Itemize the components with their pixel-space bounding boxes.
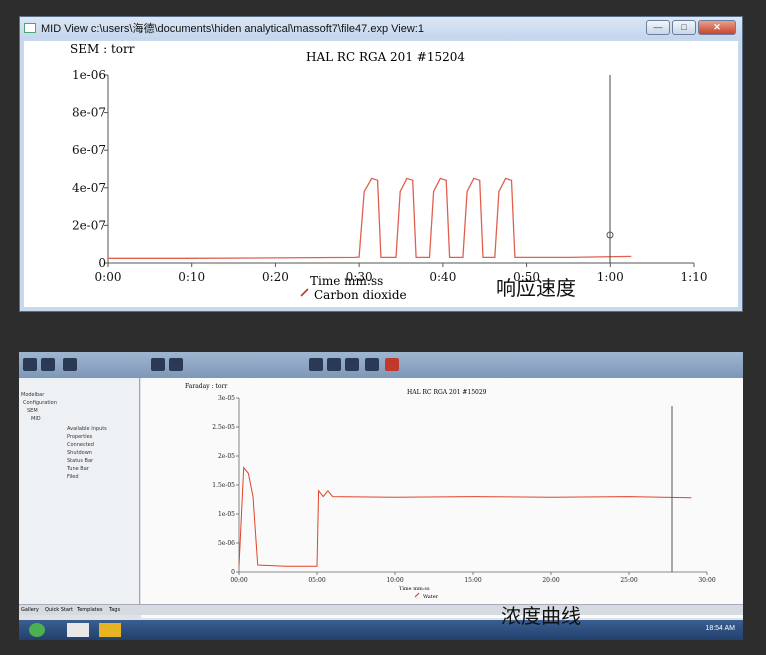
chart-title-2: HAL RC RGA 201 #15029 (407, 389, 487, 396)
x-tick-label: 0:40 (429, 270, 456, 284)
status-tab[interactable]: Templates (77, 607, 102, 613)
lock-icon[interactable] (151, 358, 165, 371)
x-tick-label-2: 20:00 (542, 577, 559, 584)
y-tick-label-2: 2.5e-05 (212, 424, 235, 431)
status-tab[interactable]: Quick Start (45, 607, 73, 613)
grid-icon[interactable] (169, 358, 183, 371)
plot-area: SEM : torr HAL RC RGA 201 #15204 1e-06 8e… (24, 41, 738, 307)
x-tick-label-2: 25:00 (620, 577, 637, 584)
stop-icon[interactable] (327, 358, 341, 371)
x-tick-label-2: 15:00 (464, 577, 481, 584)
status-tab[interactable]: Tags (109, 607, 120, 613)
start-button-icon[interactable] (29, 623, 45, 637)
legend-swatch-2 (414, 592, 420, 598)
y-tick-label: 8e-07 (72, 106, 106, 120)
minimize-button[interactable]: — (646, 20, 670, 35)
maximize-button[interactable]: □ (672, 20, 696, 35)
print-icon[interactable] (63, 358, 77, 371)
x-axis-label-2: Time mm:ss (399, 586, 430, 592)
app-toolbar (19, 352, 743, 378)
x-tick-label: 0:00 (95, 270, 122, 284)
record-icon[interactable] (365, 358, 379, 371)
caption-response-speed: 响应速度 (496, 276, 576, 300)
tree-item[interactable]: Connected (67, 442, 94, 448)
tree-item[interactable]: Configuration (23, 400, 57, 406)
status-tab[interactable]: Gallery (21, 607, 39, 613)
mid-view-window: MID View c:\users\海德\documents\hiden ana… (19, 16, 743, 312)
open-icon[interactable] (23, 358, 37, 371)
window-title: MID View c:\users\海德\documents\hiden ana… (41, 23, 424, 35)
tree-item[interactable]: Shutdown (67, 450, 92, 456)
y-tick-label: 6e-07 (72, 143, 106, 157)
save-icon[interactable] (41, 358, 55, 371)
y-tick-label: 2e-07 (72, 218, 106, 232)
y-tick-label-2: 5e-06 (218, 540, 235, 547)
tree-item[interactable]: Properties (67, 434, 92, 440)
water-plot-area: Faraday : torr HAL RC RGA 201 #15029 3e-… (141, 378, 743, 618)
tree-item[interactable]: Available Inputs (67, 426, 107, 432)
x-tick-label: 0:20 (262, 270, 289, 284)
x-tick-label: 0:10 (178, 270, 205, 284)
water-series-line (238, 466, 692, 567)
tree-item[interactable]: Tune Bar (67, 466, 89, 472)
legend-label: Carbon dioxide (314, 288, 407, 302)
x-tick-label-2: 05:00 (308, 577, 325, 584)
co2-series-line (108, 177, 632, 259)
tree-item[interactable]: Status Bar (67, 458, 93, 464)
x-tick-label: 1:00 (597, 270, 624, 284)
status-tabs: Gallery Quick Start Templates Tags (19, 604, 743, 615)
window-titlebar[interactable]: MID View c:\users\海德\documents\hiden ana… (20, 17, 742, 39)
y-tick-label: 1e-06 (72, 68, 106, 82)
app-icon (24, 23, 36, 33)
chart-axes: 1e-06 8e-07 6e-07 4e-07 2e-07 00:00 0:10 0:20 0:… (72, 68, 708, 284)
x-tick-label-2: 10:00 (386, 577, 403, 584)
x-axis-label: Time mm:ss (310, 274, 383, 288)
y-unit-label-2: Faraday : torr (185, 383, 227, 390)
taskbar-folder-icon[interactable] (99, 623, 121, 637)
y-tick-label: 4e-07 (72, 181, 106, 195)
legend-label-2: Water (423, 594, 439, 600)
y-tick-label-2: 1.5e-05 (212, 482, 235, 489)
tray-clock: 18:54 AM (705, 625, 735, 632)
y-tick-label-2: 2e-05 (218, 453, 235, 460)
pause-icon[interactable] (345, 358, 359, 371)
caption-concentration-curve: 浓度曲线 (501, 604, 581, 628)
chart-title: HAL RC RGA 201 #15204 (306, 50, 465, 64)
tree-item[interactable]: SEM (27, 408, 38, 414)
x-tick-label-2: 00:00 (230, 577, 247, 584)
alarm-icon[interactable] (385, 358, 399, 371)
chart-axes-2: 3e-05 2.5e-05 2e-05 1.5e-05 1e-05 5e-06 000:00… (212, 395, 716, 584)
y-tick-label-2: 0 (231, 569, 235, 576)
taskbar-app-icon[interactable] (67, 623, 89, 637)
water-chart: Faraday : torr HAL RC RGA 201 #15029 3e-… (185, 383, 716, 600)
x-tick-label-2: 30:00 (698, 577, 715, 584)
tree-item[interactable]: Filed (67, 474, 79, 480)
taskbar: 18:54 AM (19, 620, 743, 640)
config-tree: Modelbar Configuration SEM MID Available… (19, 378, 140, 614)
y-tick-label-2: 1e-05 (218, 511, 235, 518)
close-button[interactable]: ✕ (698, 20, 736, 35)
screen-photo: Modelbar Configuration SEM MID Available… (19, 352, 743, 640)
y-unit-label: SEM : torr (70, 42, 135, 56)
tree-item[interactable]: Modelbar (21, 392, 44, 398)
co2-chart: SEM : torr HAL RC RGA 201 #15204 1e-06 8e… (70, 42, 708, 302)
x-tick-label: 1:10 (681, 270, 708, 284)
tree-item[interactable]: MID (31, 416, 41, 422)
scan-icon[interactable] (309, 358, 323, 371)
y-tick-label: 0 (98, 256, 106, 270)
y-tick-label-2: 3e-05 (218, 395, 235, 402)
legend-swatch (300, 288, 309, 297)
